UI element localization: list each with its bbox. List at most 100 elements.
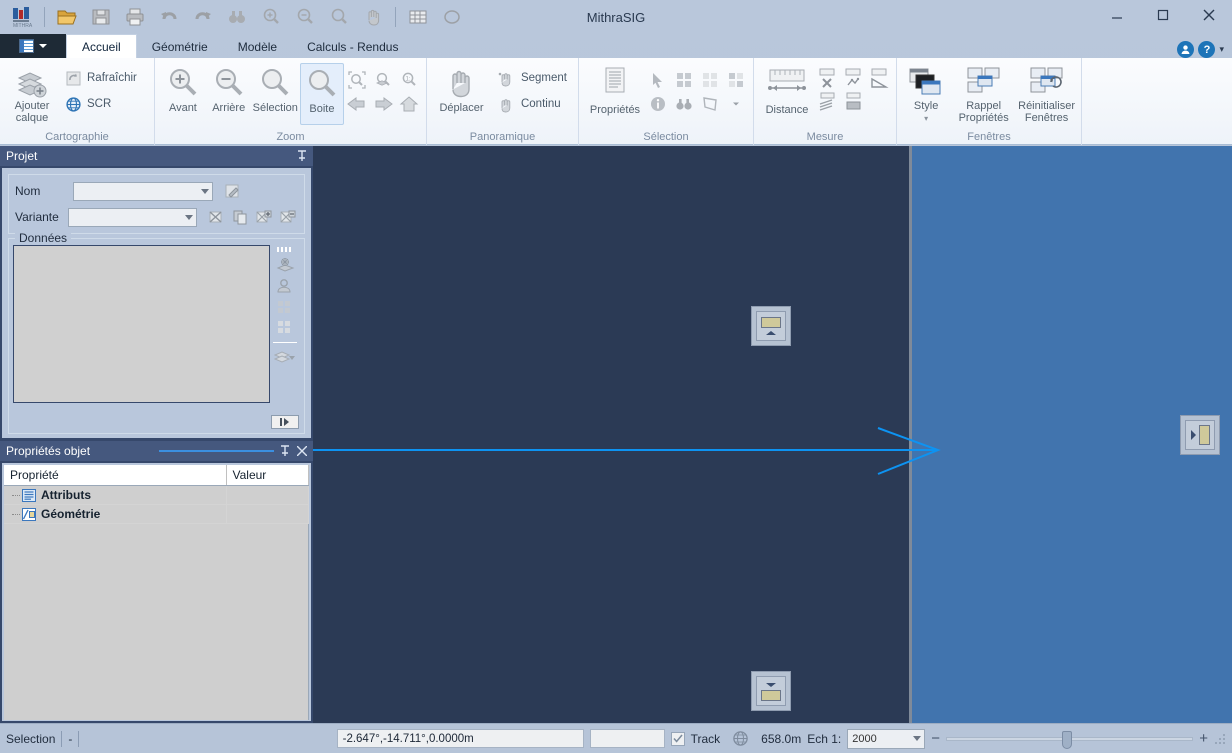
layer-person-icon[interactable] [276, 278, 295, 295]
project-variant-combo[interactable] [68, 207, 197, 227]
measure-profile-icon[interactable] [816, 91, 838, 113]
zoom-extents-icon[interactable] [346, 69, 368, 91]
table-row[interactable]: Géométrie [4, 504, 309, 524]
grid-all-icon[interactable] [276, 299, 294, 315]
layer-settings-icon[interactable] [276, 257, 295, 274]
zoom-out-icon[interactable] [289, 2, 321, 32]
status-secondary-field[interactable] [589, 729, 665, 748]
remove-variant-icon[interactable] [277, 207, 298, 227]
account-icon[interactable] [1177, 41, 1195, 58]
tab-calculs-rendus[interactable]: Calculs - Rendus [292, 35, 413, 58]
grid-some-icon[interactable] [276, 319, 294, 335]
stack-layers-icon[interactable] [274, 350, 296, 365]
pan-move-button[interactable]: Déplacer [433, 63, 490, 125]
coordinates-field[interactable]: -2.647°,-14.711°,0.0000m [336, 729, 584, 748]
map-widget-right[interactable] [1180, 415, 1220, 455]
pan-hand-icon[interactable] [357, 2, 389, 32]
info-icon[interactable] [647, 93, 669, 115]
value-cell-geometrie[interactable] [226, 504, 309, 524]
zoom-slider[interactable] [946, 730, 1194, 749]
copy-variant-icon[interactable] [229, 207, 250, 227]
save-icon[interactable] [85, 2, 117, 32]
maximize-button[interactable] [1140, 0, 1186, 30]
data-tools-grip[interactable] [277, 247, 293, 252]
open-icon[interactable] [51, 2, 83, 32]
tab-modele[interactable]: Modèle [223, 35, 292, 58]
table-row[interactable]: Attributs [4, 485, 309, 505]
scale-combo[interactable]: 2000 [847, 728, 926, 749]
select-all-icon[interactable] [673, 69, 695, 91]
home-icon[interactable] [398, 93, 420, 115]
map-widget-top[interactable] [751, 306, 791, 346]
project-name-chevron-down-icon[interactable] [197, 183, 212, 200]
map-canvas[interactable] [313, 146, 1232, 723]
delete-variant-icon[interactable] [205, 207, 226, 227]
close-icon[interactable] [297, 446, 307, 456]
track-checkbox[interactable] [670, 731, 685, 746]
ribbon-options-chevron-icon[interactable]: ▾ [1219, 44, 1224, 55]
tab-geometrie[interactable]: Géométrie [137, 35, 223, 58]
property-cell-attributs[interactable]: Attributs [4, 485, 227, 505]
scale-chevron-down-icon[interactable] [909, 730, 924, 747]
redo-icon[interactable] [187, 2, 219, 32]
forward-arrow-icon[interactable] [372, 93, 394, 115]
pin-icon[interactable] [297, 150, 307, 162]
column-header-propriete[interactable]: Propriété [4, 465, 227, 486]
style-chevron-icon[interactable]: ▾ [924, 113, 928, 124]
undo-icon[interactable] [153, 2, 185, 32]
globe-icon[interactable] [732, 730, 749, 747]
minimize-button[interactable] [1094, 0, 1140, 30]
zoom-layer-icon[interactable] [372, 69, 394, 91]
reset-windows-button[interactable]: Réinitialiser Fenêtres [1018, 63, 1075, 125]
zoom-in-button[interactable]: + [1199, 730, 1208, 747]
property-cell-geometrie[interactable]: Géométrie [4, 504, 227, 524]
add-variant-icon[interactable] [253, 207, 274, 227]
data-scroll-nub[interactable] [271, 415, 299, 429]
more-chevron-icon[interactable] [725, 93, 747, 115]
scr-button[interactable]: SCR [60, 92, 142, 116]
column-header-valeur[interactable]: Valeur [226, 465, 309, 486]
zoom-arriere-button[interactable]: Arrière [207, 63, 251, 125]
refresh-button[interactable]: Rafraîchir [60, 66, 142, 90]
add-layer-button[interactable]: Ajouter calque [6, 63, 58, 125]
value-cell-attributs[interactable] [226, 485, 309, 505]
zoom-avant-button[interactable]: Avant [161, 63, 205, 125]
zoom-icon[interactable] [323, 2, 355, 32]
zoom-selection-button[interactable]: Sélection [253, 63, 298, 125]
arrow-cursor-icon[interactable] [647, 69, 669, 91]
binoculars-icon[interactable] [221, 2, 253, 32]
ellipse-icon[interactable] [436, 2, 468, 32]
resize-grip[interactable] [1214, 732, 1226, 745]
close-button[interactable] [1186, 0, 1232, 30]
measure-distance-button[interactable]: Distance [760, 63, 814, 125]
project-name-combo[interactable] [73, 181, 213, 201]
zoom-in-icon[interactable] [255, 2, 287, 32]
zoom-scale-icon[interactable]: 1: [398, 69, 420, 91]
polygon-select-icon[interactable] [699, 93, 721, 115]
project-variant-chevron-down-icon[interactable] [181, 209, 196, 226]
print-icon[interactable] [119, 2, 151, 32]
pin-icon[interactable] [280, 445, 290, 457]
map-widget-bottom[interactable] [751, 671, 791, 711]
edit-project-icon[interactable] [221, 181, 242, 201]
zoom-slider-thumb[interactable] [1062, 730, 1073, 749]
recall-properties-button[interactable]: Rappel Propriétés [955, 63, 1012, 125]
zoom-boite-button[interactable]: Boite [299, 63, 345, 125]
tab-accueil[interactable]: Accueil [66, 34, 137, 58]
zoom-out-button[interactable]: − [931, 730, 940, 747]
pan-segment-button[interactable]: Segment [492, 66, 572, 90]
pan-continuous-button[interactable]: Continu [492, 92, 572, 116]
binoculars-icon[interactable] [673, 93, 695, 115]
data-layer-list[interactable] [13, 245, 270, 403]
measure-cross-icon[interactable] [816, 67, 838, 89]
style-button[interactable]: Style ▾ [903, 63, 949, 125]
measure-angle-icon[interactable] [868, 67, 890, 89]
table-icon[interactable] [402, 2, 434, 32]
deselect-icon[interactable] [699, 69, 721, 91]
measure-area-icon[interactable] [842, 91, 864, 113]
help-icon[interactable]: ? [1198, 41, 1216, 58]
object-properties-grid[interactable]: Propriété Valeur Attributs Géométrie [2, 463, 311, 721]
properties-button[interactable]: Propriétés [585, 63, 645, 125]
measure-multi-icon[interactable] [842, 67, 864, 89]
back-arrow-icon[interactable] [346, 93, 368, 115]
